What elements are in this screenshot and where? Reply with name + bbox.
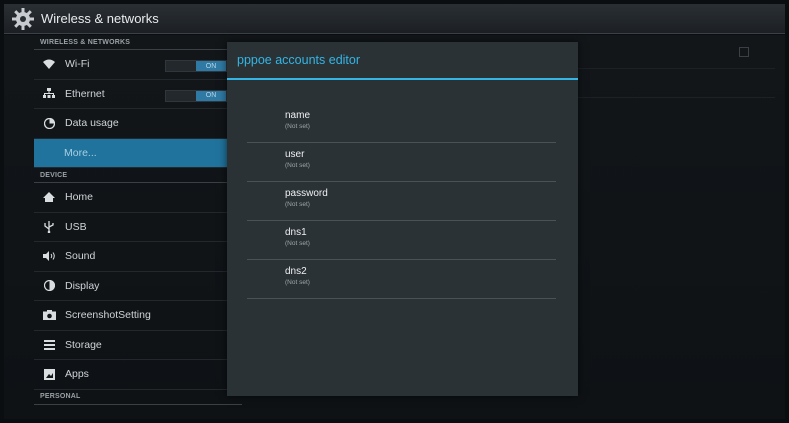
wifi-toggle-state: ON [196,61,226,71]
section-header-device: DEVICE [34,168,242,183]
pppoe-fields-list: name (Not set) user (Not set) password (… [247,104,556,299]
sidebar-item-display[interactable]: Display [34,272,242,301]
action-bar: Wireless & networks [4,4,785,34]
ethernet-toggle-state: ON [196,90,226,101]
sidebar-item-label: Apps [65,368,89,381]
sidebar-item-label: Data usage [65,117,119,130]
sidebar-item-label: USB [65,220,87,233]
field-label: name [285,110,311,121]
sidebar-item-label: Home [65,191,94,204]
sidebar-item-label: Ethernet [65,87,105,100]
field-name[interactable]: name (Not set) [247,104,556,143]
sidebar-item-label: ScreenshotSetting [65,309,151,322]
field-value: (Not set) [285,279,310,286]
sidebar-item-apps[interactable]: Apps [34,360,242,390]
settings-list[interactable]: WIRELESS & NETWORKS Wi-Fi ON Ethernet ON [34,35,242,419]
storage-icon [42,338,56,352]
sidebar-item-screenshot-setting[interactable]: ScreenshotSetting [34,301,242,331]
ethernet-toggle[interactable]: ON [165,89,227,102]
usb-icon [42,220,56,234]
field-label: password [285,188,328,199]
field-label: dns1 [285,227,307,238]
sidebar-item-label: Storage [65,338,102,351]
camera-icon [42,308,56,322]
sidebar-item-wifi[interactable]: Wi-Fi ON [34,50,242,80]
section-header-wireless: WIRELESS & NETWORKS [34,35,242,50]
sidebar-item-label: Display [65,279,100,292]
sidebar-item-label: Sound [65,250,96,263]
field-password[interactable]: password (Not set) [247,182,556,221]
section-header-personal: PERSONAL [34,390,242,405]
sidebar-item-data-usage[interactable]: Data usage [34,109,242,139]
sidebar-item-label: Wi-Fi [65,58,90,71]
display-icon [42,279,56,293]
home-icon [42,190,56,204]
field-value: (Not set) [285,201,310,208]
screen: Wireless & networks WIRELESS & NETWORKS … [0,0,789,423]
sidebar-item-storage[interactable]: Storage [34,331,242,360]
data-usage-icon [42,116,56,130]
ethernet-icon [42,87,56,101]
actionbar-title: Wireless & networks [41,11,159,26]
field-value: (Not set) [285,123,310,130]
field-dns2[interactable]: dns2 (Not set) [247,260,556,299]
pppoe-editor-dialog: pppoe accounts editor name (Not set) use… [227,42,578,396]
field-value: (Not set) [285,240,310,247]
field-dns1[interactable]: dns1 (Not set) [247,221,556,260]
wifi-icon [42,57,56,71]
checkbox[interactable] [739,47,749,57]
sound-icon [42,249,56,263]
field-label: user [285,149,305,160]
sidebar-item-sound[interactable]: Sound [34,242,242,272]
sidebar-item-label: More... [64,146,97,159]
wifi-toggle[interactable]: ON [165,60,227,72]
field-label: dns2 [285,266,307,277]
sidebar-item-usb[interactable]: USB [34,213,242,242]
field-user[interactable]: user (Not set) [247,143,556,182]
sidebar-item-home[interactable]: Home [34,183,242,213]
sidebar-item-more[interactable]: More... [34,138,242,168]
field-value: (Not set) [285,162,310,169]
apps-icon [42,367,56,381]
sidebar-item-ethernet[interactable]: Ethernet ON [34,80,242,109]
settings-gear-icon[interactable] [10,6,36,32]
dialog-title: pppoe accounts editor [227,42,578,80]
